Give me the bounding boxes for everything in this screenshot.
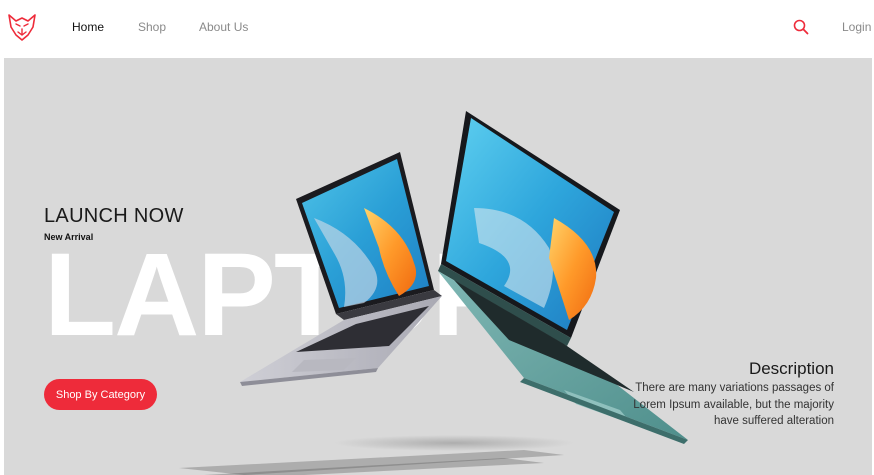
login-link[interactable]: Login <box>842 20 871 34</box>
hero-subtitle: New Arrival <box>44 232 94 242</box>
shop-by-category-button[interactable]: Shop By Category <box>44 379 157 410</box>
nav-shop-link[interactable]: Shop <box>138 20 166 34</box>
top-navbar: Home Shop About Us Login <box>0 0 874 56</box>
search-icon[interactable] <box>792 18 810 36</box>
small-laptop <box>240 152 442 386</box>
wolf-logo-icon[interactable] <box>6 11 38 43</box>
hero-title: LAUNCH NOW <box>44 205 184 227</box>
hero-banner: LAPTOP LAUNCH NOW New Arrival Shop By Ca… <box>4 58 872 475</box>
description-text: There are many variations passages of Lo… <box>633 382 834 427</box>
nav-home-link[interactable]: Home <box>72 20 104 34</box>
description-title: Description <box>748 359 834 378</box>
nav-about-link[interactable]: About Us <box>199 20 248 34</box>
